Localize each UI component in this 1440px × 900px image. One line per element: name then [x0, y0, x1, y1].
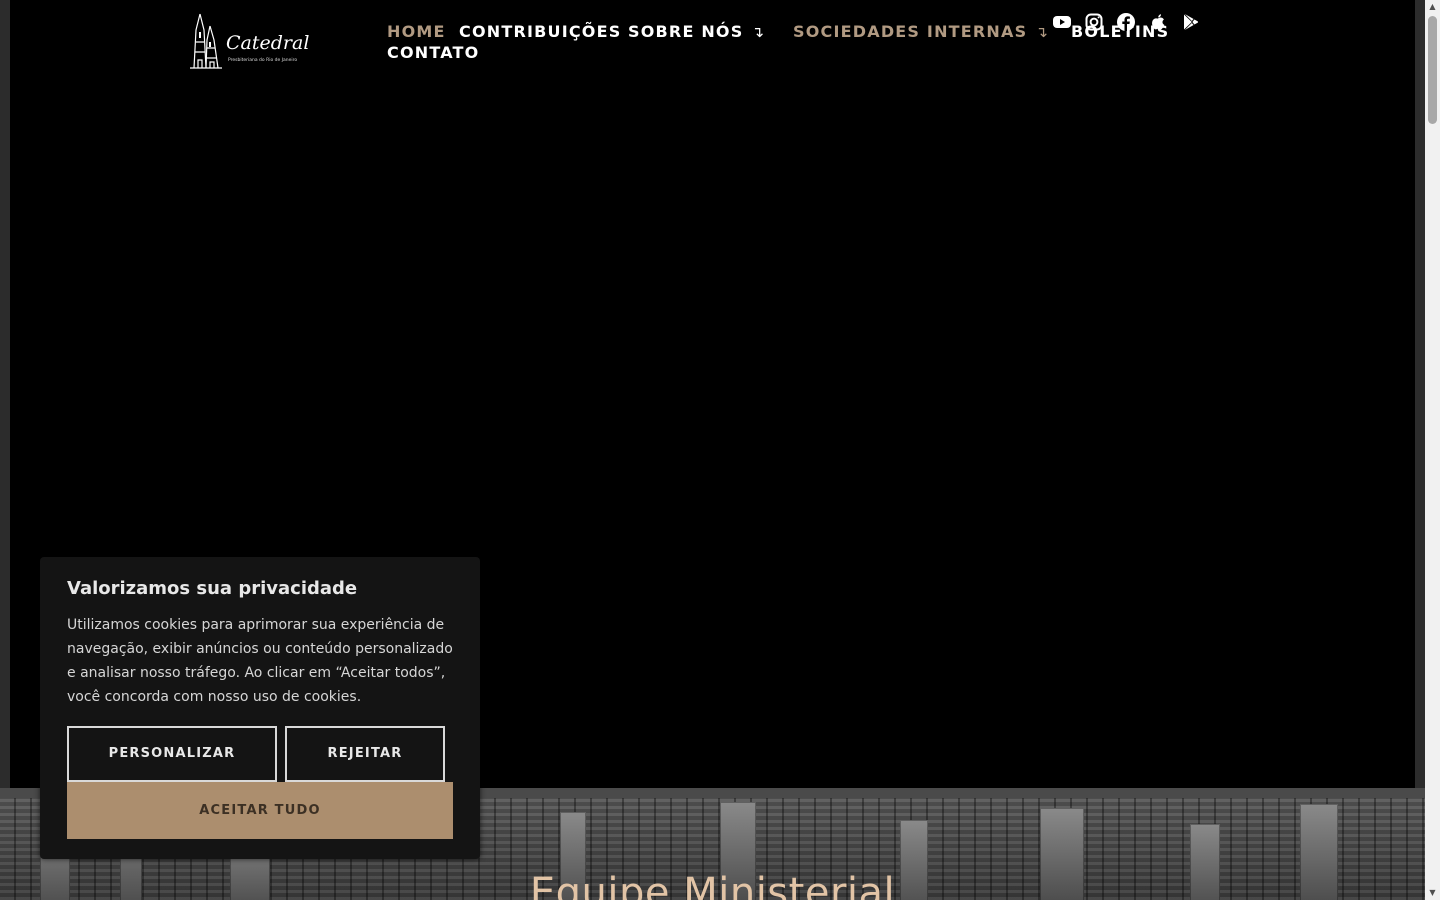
scroll-up-arrow-icon[interactable]: ▲	[1425, 0, 1440, 14]
dropdown-arrow-icon: ↴	[1035, 23, 1050, 41]
nav-sociedades-internas[interactable]: SOCIEDADES INTERNAS ↴	[793, 22, 1049, 41]
nav-sociedades-label: SOCIEDADES INTERNAS	[793, 22, 1028, 41]
nav-contribuicoes[interactable]: CONTRIBUIÇÕES	[459, 22, 621, 41]
page: Equipe Ministerial Catedral Presbiterian…	[0, 0, 1425, 900]
nav-sobre-nos-label: SOBRE NÓS	[628, 22, 744, 41]
nav-contribuicoes-label: CONTRIBUIÇÕES	[459, 22, 622, 41]
scroll-down-arrow-icon[interactable]: ▼	[1425, 886, 1440, 900]
customize-button[interactable]: PERSONALIZAR	[67, 726, 277, 782]
nav-home[interactable]: HOME	[387, 22, 446, 41]
scroll-thumb[interactable]	[1428, 16, 1437, 124]
reject-button[interactable]: REJEITAR	[285, 726, 445, 782]
section-title: Equipe Ministerial	[529, 870, 896, 900]
instagram-icon[interactable]	[1084, 12, 1104, 32]
nav-contato[interactable]: CONTATO	[387, 43, 479, 62]
dropdown-arrow-icon: ↴	[751, 23, 766, 41]
apple-icon[interactable]	[1148, 12, 1168, 32]
youtube-icon[interactable]	[1052, 12, 1072, 32]
nav-sobre-nos[interactable]: SOBRE NÓS ↴	[628, 22, 765, 41]
cookie-title: Valorizamos sua privacidade	[67, 578, 358, 599]
page-scrollbar[interactable]: ▲ ▼	[1425, 0, 1440, 900]
nav-contato-label: CONTATO	[387, 43, 480, 62]
accept-all-button[interactable]: ACEITAR TUDO	[67, 782, 453, 839]
logo-name: Catedral	[226, 32, 310, 54]
logo-tagline: Presbiteriana do Rio de Janeiro	[228, 58, 298, 63]
nav-home-label: HOME	[387, 22, 446, 41]
cookie-description: Utilizamos cookies para aprimorar sua ex…	[67, 617, 453, 705]
facebook-icon[interactable]	[1116, 12, 1136, 32]
google-play-icon[interactable]	[1180, 12, 1200, 32]
cathedral-logo-icon	[190, 13, 222, 69]
site-logo[interactable]: Catedral Presbiteriana do Rio de Janeiro	[186, 12, 309, 70]
cookie-consent-dialog: Valorizamos sua privacidade Utilizamos c…	[40, 557, 480, 859]
